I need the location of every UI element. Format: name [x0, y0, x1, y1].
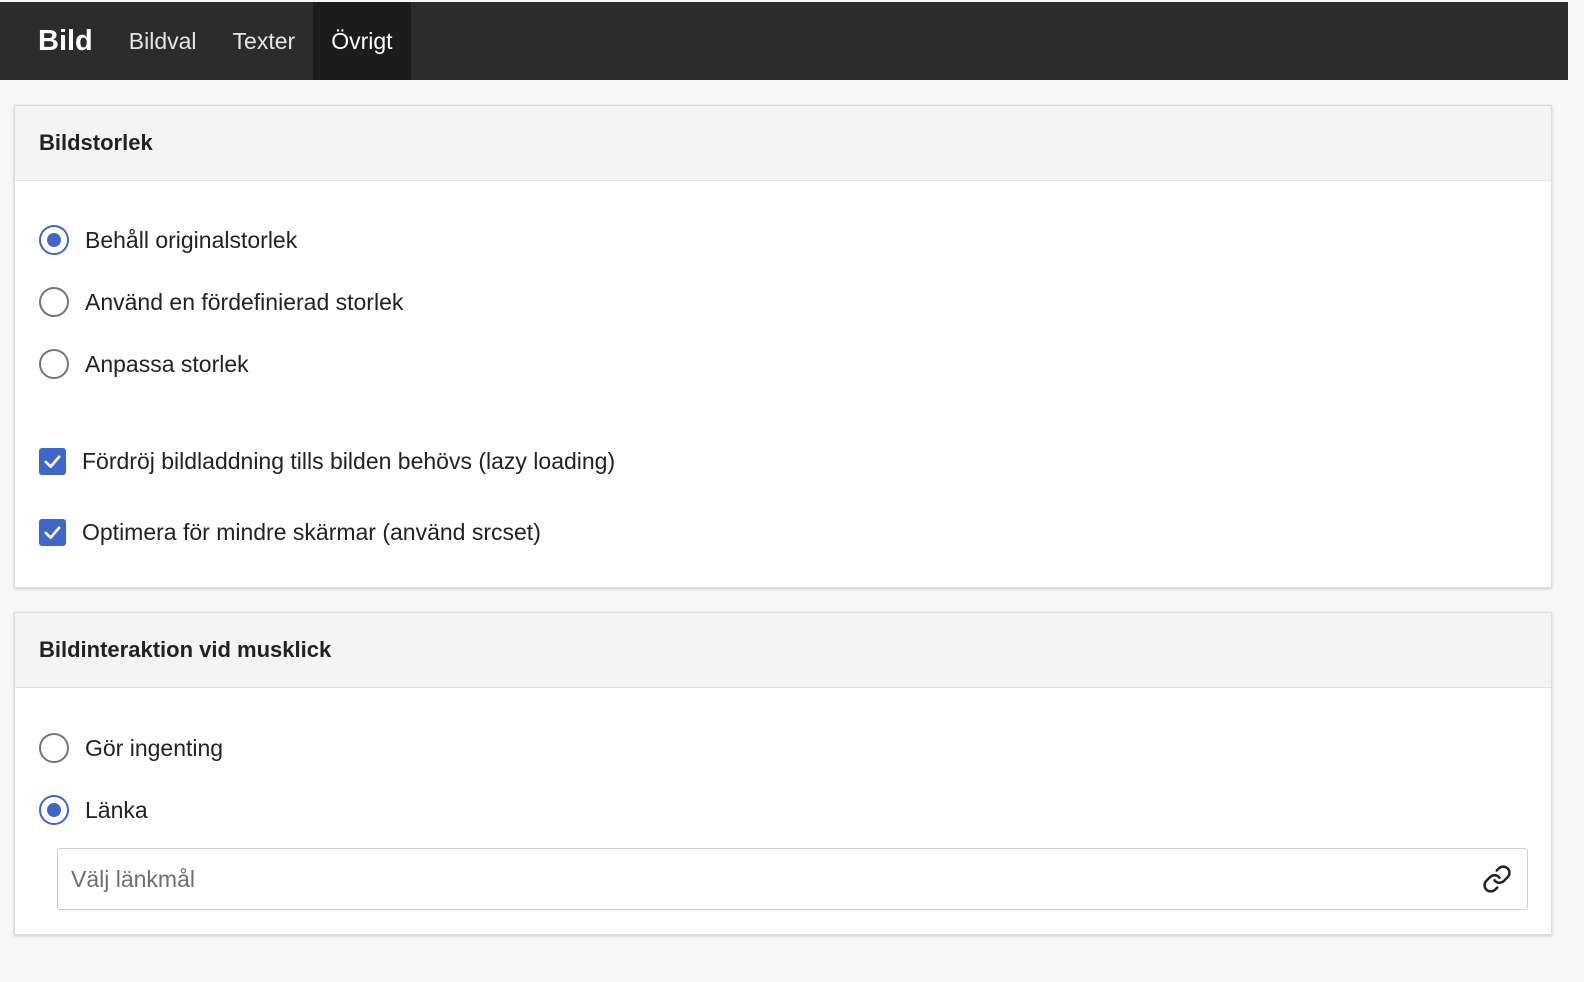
radio-link[interactable]: Länka	[39, 795, 148, 825]
checkbox-label: Optimera för mindre skärmar (använd srcs…	[82, 519, 541, 545]
tab-ovrigt[interactable]: Övrigt	[313, 2, 411, 80]
checkmark-icon	[44, 455, 61, 469]
radio-label: Gör ingenting	[85, 734, 224, 761]
dialog-title: Bild	[38, 24, 93, 57]
radio-label: Anpassa storlek	[85, 350, 249, 377]
checkbox-lazy-loading[interactable]: Fördröj bildladdning tills bilden behövs…	[39, 448, 615, 475]
radio-keep-original-size[interactable]: Behåll originalstorlek	[39, 225, 297, 255]
radio-button-checked[interactable]	[39, 795, 69, 825]
radio-button[interactable]	[39, 287, 69, 317]
radio-button[interactable]	[39, 349, 69, 379]
click-interaction-heading: Bildinteraktion vid musklick	[15, 613, 1551, 688]
radio-predefined-size[interactable]: Använd en fördefinierad storlek	[39, 287, 403, 317]
checkmark-icon	[44, 526, 61, 540]
tab-texter[interactable]: Texter	[215, 2, 314, 80]
radio-button[interactable]	[39, 733, 69, 763]
radio-do-nothing[interactable]: Gör ingenting	[39, 733, 223, 763]
image-size-heading: Bildstorlek	[15, 106, 1551, 181]
checkbox-checked[interactable]	[39, 448, 66, 475]
radio-custom-size[interactable]: Anpassa storlek	[39, 349, 249, 379]
image-size-panel: Bildstorlek Behåll originalstorlek Använ…	[14, 105, 1552, 588]
radio-button-checked[interactable]	[39, 225, 69, 255]
tab-bildval[interactable]: Bildval	[111, 2, 215, 80]
checkbox-checked[interactable]	[39, 519, 66, 546]
radio-label: Behåll originalstorlek	[85, 226, 298, 253]
checkbox-label: Fördröj bildladdning tills bilden behövs…	[82, 448, 616, 474]
checkbox-srcset[interactable]: Optimera för mindre skärmar (använd srcs…	[39, 519, 541, 546]
click-interaction-panel: Bildinteraktion vid musklick Gör ingenti…	[14, 612, 1552, 935]
radio-label: Använd en fördefinierad storlek	[85, 288, 404, 315]
link-target-field	[57, 848, 1528, 910]
link-target-input[interactable]	[58, 849, 1467, 909]
link-icon[interactable]	[1467, 849, 1527, 909]
top-bar: Bild Bildval Texter Övrigt	[0, 2, 1568, 80]
radio-label: Länka	[85, 796, 148, 823]
